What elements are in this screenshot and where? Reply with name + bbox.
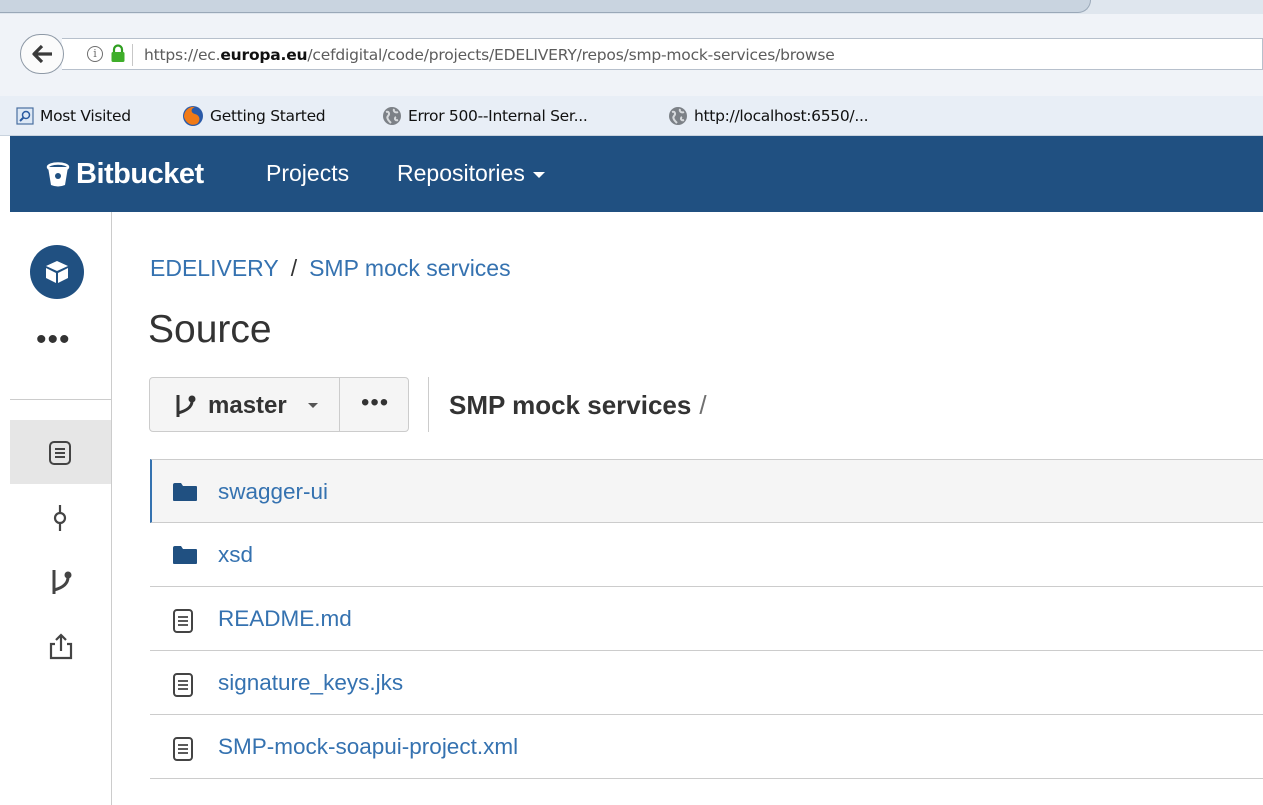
logo-text: Bitbucket bbox=[76, 158, 204, 190]
cube-icon bbox=[46, 261, 68, 283]
commit-icon bbox=[53, 505, 67, 531]
bookmark-getting-started[interactable]: Getting Started bbox=[182, 105, 326, 127]
branch-name: master bbox=[208, 392, 287, 419]
browser-tab-strip bbox=[0, 0, 1263, 14]
globe-icon bbox=[669, 107, 687, 125]
file-icon bbox=[173, 673, 193, 697]
bookmark-label: Getting Started bbox=[210, 107, 326, 125]
sidebar-item-pull-requests[interactable] bbox=[10, 612, 111, 676]
sidebar-item-source[interactable] bbox=[10, 420, 111, 484]
firefox-icon bbox=[183, 106, 203, 126]
file-row-readme[interactable]: README.md bbox=[150, 587, 1263, 651]
globe-icon bbox=[383, 107, 401, 125]
chevron-down-icon bbox=[532, 171, 545, 178]
folder-icon bbox=[173, 546, 197, 564]
sidebar-item-commits[interactable] bbox=[10, 484, 111, 548]
file-row-soapui-project[interactable]: SMP-mock-soapui-project.xml bbox=[150, 715, 1263, 779]
browser-toolbar: i https://ec.europa.eu/cefdigital/code/p… bbox=[0, 14, 1263, 96]
folder-icon bbox=[173, 483, 197, 501]
file-name[interactable]: swagger-ui bbox=[218, 479, 328, 505]
back-button[interactable] bbox=[20, 34, 64, 74]
app-header: Bitbucket Projects Repositories bbox=[10, 136, 1263, 212]
address-bar[interactable]: i https://ec.europa.eu/cefdigital/code/p… bbox=[62, 38, 1263, 70]
file-name[interactable]: xsd bbox=[218, 542, 253, 568]
bitbucket-logo[interactable]: Bitbucket bbox=[46, 158, 204, 191]
branch-icon bbox=[52, 570, 72, 594]
nav-projects-label: Projects bbox=[266, 160, 350, 186]
browser-tab[interactable] bbox=[0, 0, 1091, 13]
bookmark-most-visited[interactable]: Most Visited bbox=[16, 105, 131, 127]
more-icon: ••• bbox=[361, 389, 390, 416]
breadcrumb-separator: / bbox=[290, 255, 298, 281]
sidebar-more-button[interactable]: ••• bbox=[36, 325, 71, 355]
sidebar-item-branches[interactable] bbox=[10, 548, 111, 612]
source-file-icon bbox=[49, 441, 71, 465]
info-icon[interactable]: i bbox=[87, 46, 103, 62]
toolbar-divider bbox=[428, 377, 429, 432]
arrow-left-icon bbox=[32, 44, 52, 64]
nav-projects[interactable]: Projects bbox=[266, 160, 349, 187]
file-path: SMP mock services / bbox=[449, 390, 707, 421]
page-title: Source bbox=[148, 308, 272, 351]
bitbucket-bucket-icon bbox=[46, 161, 70, 186]
branch-selector-button[interactable]: master bbox=[150, 378, 339, 431]
bookmark-label: Most Visited bbox=[40, 107, 131, 125]
file-row-signature-keys[interactable]: signature_keys.jks bbox=[150, 651, 1263, 715]
file-icon bbox=[173, 609, 193, 633]
share-upload-icon bbox=[49, 633, 73, 660]
nav-repositories[interactable]: Repositories bbox=[397, 160, 545, 187]
sidebar-divider bbox=[10, 399, 112, 400]
branch-icon bbox=[176, 395, 196, 417]
file-icon bbox=[173, 737, 193, 761]
file-row-xsd[interactable]: xsd bbox=[150, 523, 1263, 587]
file-name[interactable]: signature_keys.jks bbox=[218, 670, 403, 696]
breadcrumb: EDELIVERY / SMP mock services bbox=[150, 255, 511, 282]
breadcrumb-project-link[interactable]: EDELIVERY bbox=[150, 255, 279, 281]
bookmark-label: Error 500--Internal Ser... bbox=[408, 107, 588, 125]
path-slash: / bbox=[699, 390, 707, 420]
bookmark-label: http://localhost:6550/... bbox=[694, 107, 869, 125]
bookmark-error-500[interactable]: Error 500--Internal Ser... bbox=[382, 105, 588, 127]
repo-avatar[interactable] bbox=[30, 245, 84, 299]
file-name[interactable]: SMP-mock-soapui-project.xml bbox=[218, 734, 518, 760]
lock-icon[interactable] bbox=[110, 44, 126, 64]
url-text[interactable]: https://ec.europa.eu/cefdigital/code/pro… bbox=[144, 46, 835, 64]
file-list: swagger-ui xsd README.md signature_keys.… bbox=[150, 459, 1263, 779]
bookmark-localhost[interactable]: http://localhost:6550/... bbox=[668, 105, 869, 127]
branch-selector-group: master ••• bbox=[149, 377, 409, 432]
nav-repositories-label: Repositories bbox=[397, 160, 525, 186]
url-separator bbox=[132, 44, 133, 66]
repo-sidebar: ••• bbox=[10, 212, 112, 805]
file-row-swagger-ui[interactable]: swagger-ui bbox=[150, 459, 1263, 523]
bookmarks-bar: Most Visited Getting Started Error 500--… bbox=[0, 96, 1263, 136]
path-repo-name[interactable]: SMP mock services bbox=[449, 390, 691, 420]
chevron-down-icon bbox=[308, 403, 318, 408]
breadcrumb-repo-link[interactable]: SMP mock services bbox=[309, 255, 511, 281]
bookmark-folder-icon bbox=[16, 107, 34, 125]
file-name[interactable]: README.md bbox=[218, 606, 352, 632]
branch-actions-button[interactable]: ••• bbox=[339, 378, 408, 431]
